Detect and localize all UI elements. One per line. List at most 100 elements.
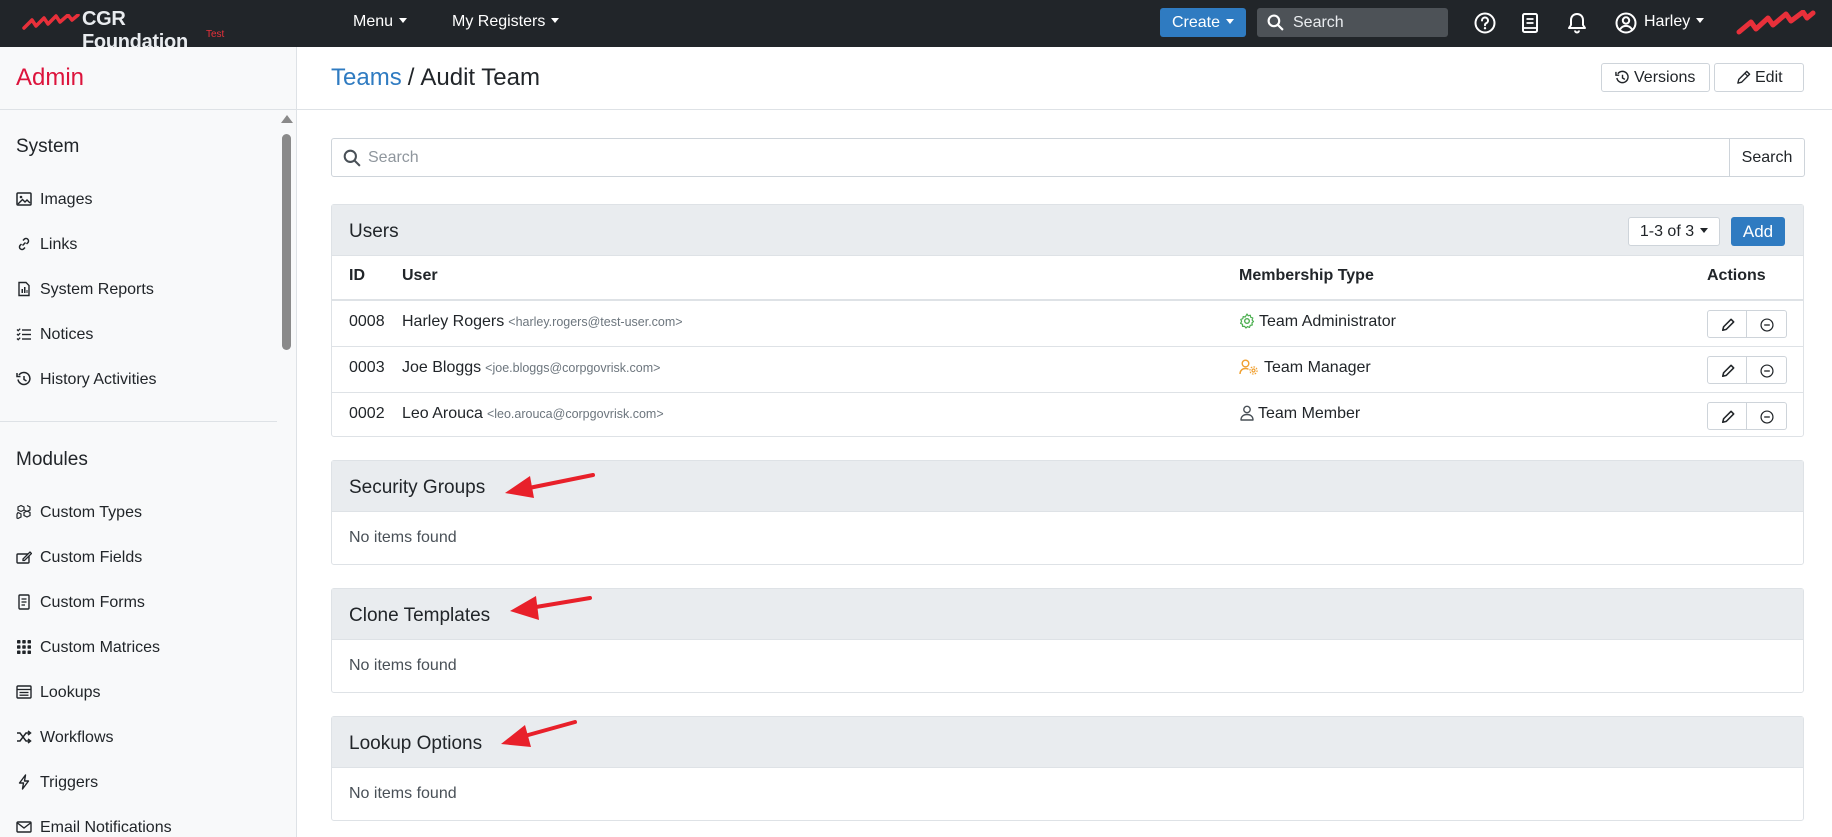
company-mark-icon — [1736, 10, 1816, 35]
scroll-up-icon[interactable] — [281, 115, 293, 123]
sidebar-item-label: System Reports — [40, 281, 154, 298]
edit-member-button[interactable] — [1707, 310, 1747, 338]
pencil-icon — [1721, 410, 1735, 424]
page-title: Audit Team — [420, 64, 540, 91]
panel-title: Security Groups — [349, 477, 486, 498]
grid-icon — [17, 640, 31, 654]
sidebar-scrollbar[interactable] — [282, 134, 291, 350]
boxes-icon — [16, 504, 31, 520]
membership-type: Team Member — [1258, 405, 1361, 422]
add-user-button[interactable]: Add — [1731, 217, 1785, 246]
search-input[interactable] — [368, 147, 1668, 169]
table-row: 0008 Harley Rogers <harley.rogers@test-us… — [332, 300, 1803, 346]
sidebar-item-label: Notices — [40, 326, 94, 343]
sidebar-item-label: Custom Types — [40, 504, 142, 521]
sidebar-item-label: Triggers — [40, 774, 99, 791]
sidebar-item-label: Images — [40, 191, 93, 208]
user-email: <joe.bloggs@corpgovrisk.com> — [485, 361, 661, 375]
lightning-icon — [18, 774, 30, 790]
edit-member-button[interactable] — [1707, 402, 1747, 430]
chevron-down-icon — [1696, 18, 1705, 23]
remove-circle-icon — [1760, 410, 1774, 424]
section-heading-system: System — [16, 136, 80, 157]
search-button[interactable]: Search — [1729, 138, 1805, 177]
table-row: 0003 Joe Bloggs <joe.bloggs@corpgovrisk.c… — [332, 346, 1803, 392]
versions-button[interactable]: Versions — [1601, 63, 1710, 92]
team-search-bar: Search — [331, 138, 1805, 177]
chevron-down-icon — [551, 18, 560, 23]
user-name: Leo Arouca — [402, 405, 483, 422]
report-icon — [18, 281, 30, 297]
column-header-membership-type: Membership Type — [1239, 267, 1374, 284]
menu-dropdown[interactable]: Menu — [353, 13, 408, 31]
pencil-icon — [1721, 318, 1735, 332]
history-icon — [16, 371, 31, 386]
divider — [0, 109, 296, 110]
user-email: <harley.rogers@test-user.com> — [508, 315, 683, 329]
panel-title: Lookup Options — [349, 733, 483, 754]
sidebar-item-label: Email Notifications — [40, 819, 172, 836]
pagination-dropdown[interactable]: 1-3 of 3 — [1628, 217, 1720, 246]
user-id: 0008 — [349, 313, 385, 330]
breadcrumb-link-teams[interactable]: Teams — [331, 64, 402, 91]
form-icon — [18, 594, 30, 610]
table-row: 0002 Leo Arouca <leo.arouca@corpgovrisk.c… — [332, 392, 1803, 438]
panel-title: Clone Templates — [349, 605, 491, 626]
brand-env-label: Test — [206, 29, 225, 40]
brand-swoosh-icon — [22, 14, 80, 30]
breadcrumb: Teams / Audit Team — [331, 64, 540, 92]
user-name: Harley — [1644, 13, 1691, 30]
breadcrumb-separator: / — [407, 64, 415, 91]
sidebar-title: Admin — [16, 64, 85, 91]
annotation-arrow-icon — [501, 720, 577, 747]
create-button[interactable]: Create — [1160, 8, 1246, 37]
sidebar-item-label: Custom Fields — [40, 549, 143, 566]
chevron-down-icon — [1226, 19, 1235, 24]
sidebar-item-label: Links — [40, 236, 78, 253]
edit-member-button[interactable] — [1707, 356, 1747, 384]
brand-logo[interactable]: CGR Foundation Test — [22, 6, 232, 53]
my-registers-label: My Registers — [452, 13, 546, 30]
remove-member-button[interactable] — [1747, 310, 1787, 338]
pencil-icon — [1721, 364, 1735, 378]
search-icon — [1267, 14, 1284, 31]
search-icon — [343, 149, 361, 167]
lookup-icon — [16, 685, 32, 699]
menu-label: Menu — [353, 13, 394, 30]
my-registers-dropdown[interactable]: My Registers — [452, 13, 560, 31]
create-label: Create — [1171, 14, 1221, 31]
pencil-icon — [1737, 70, 1751, 84]
edit-field-icon — [16, 551, 32, 564]
remove-member-button[interactable] — [1747, 402, 1787, 430]
annotation-arrow-icon — [505, 473, 595, 498]
help-icon[interactable] — [1473, 11, 1497, 35]
user-id: 0003 — [349, 359, 385, 376]
empty-state-text: No items found — [349, 785, 457, 802]
column-header-user: User — [402, 267, 438, 284]
annotation-arrow-icon — [510, 596, 592, 620]
remove-circle-icon — [1760, 364, 1774, 378]
book-icon[interactable] — [1518, 11, 1542, 35]
sidebar-item-label: History Activities — [40, 371, 157, 388]
versions-label: Versions — [1634, 69, 1696, 86]
divider — [297, 109, 1832, 110]
column-header-actions: Actions — [1707, 267, 1766, 284]
pagination-label: 1-3 of 3 — [1639, 223, 1695, 240]
membership-type: Team Administrator — [1259, 313, 1396, 330]
remove-member-button[interactable] — [1747, 356, 1787, 384]
membership-type: Team Manager — [1264, 359, 1371, 376]
user-gear-icon — [1239, 359, 1258, 375]
chevron-down-icon — [399, 18, 408, 23]
bell-icon[interactable] — [1565, 11, 1589, 35]
divider — [0, 421, 277, 422]
user-circle-icon — [1615, 12, 1637, 34]
edit-button[interactable]: Edit — [1714, 63, 1804, 92]
top-navbar: CGR Foundation Test Menu My Registers Cr… — [0, 0, 1832, 53]
column-header-id: ID — [349, 267, 365, 284]
admin-sidebar: Admin System Images Links System Reports… — [0, 47, 297, 837]
global-search-input[interactable] — [1293, 12, 1441, 33]
sidebar-item-label: Lookups — [40, 684, 101, 701]
user-name: Harley Rogers — [402, 313, 505, 330]
global-search — [1257, 8, 1448, 37]
sidebar-item-label: Custom Forms — [40, 594, 145, 611]
